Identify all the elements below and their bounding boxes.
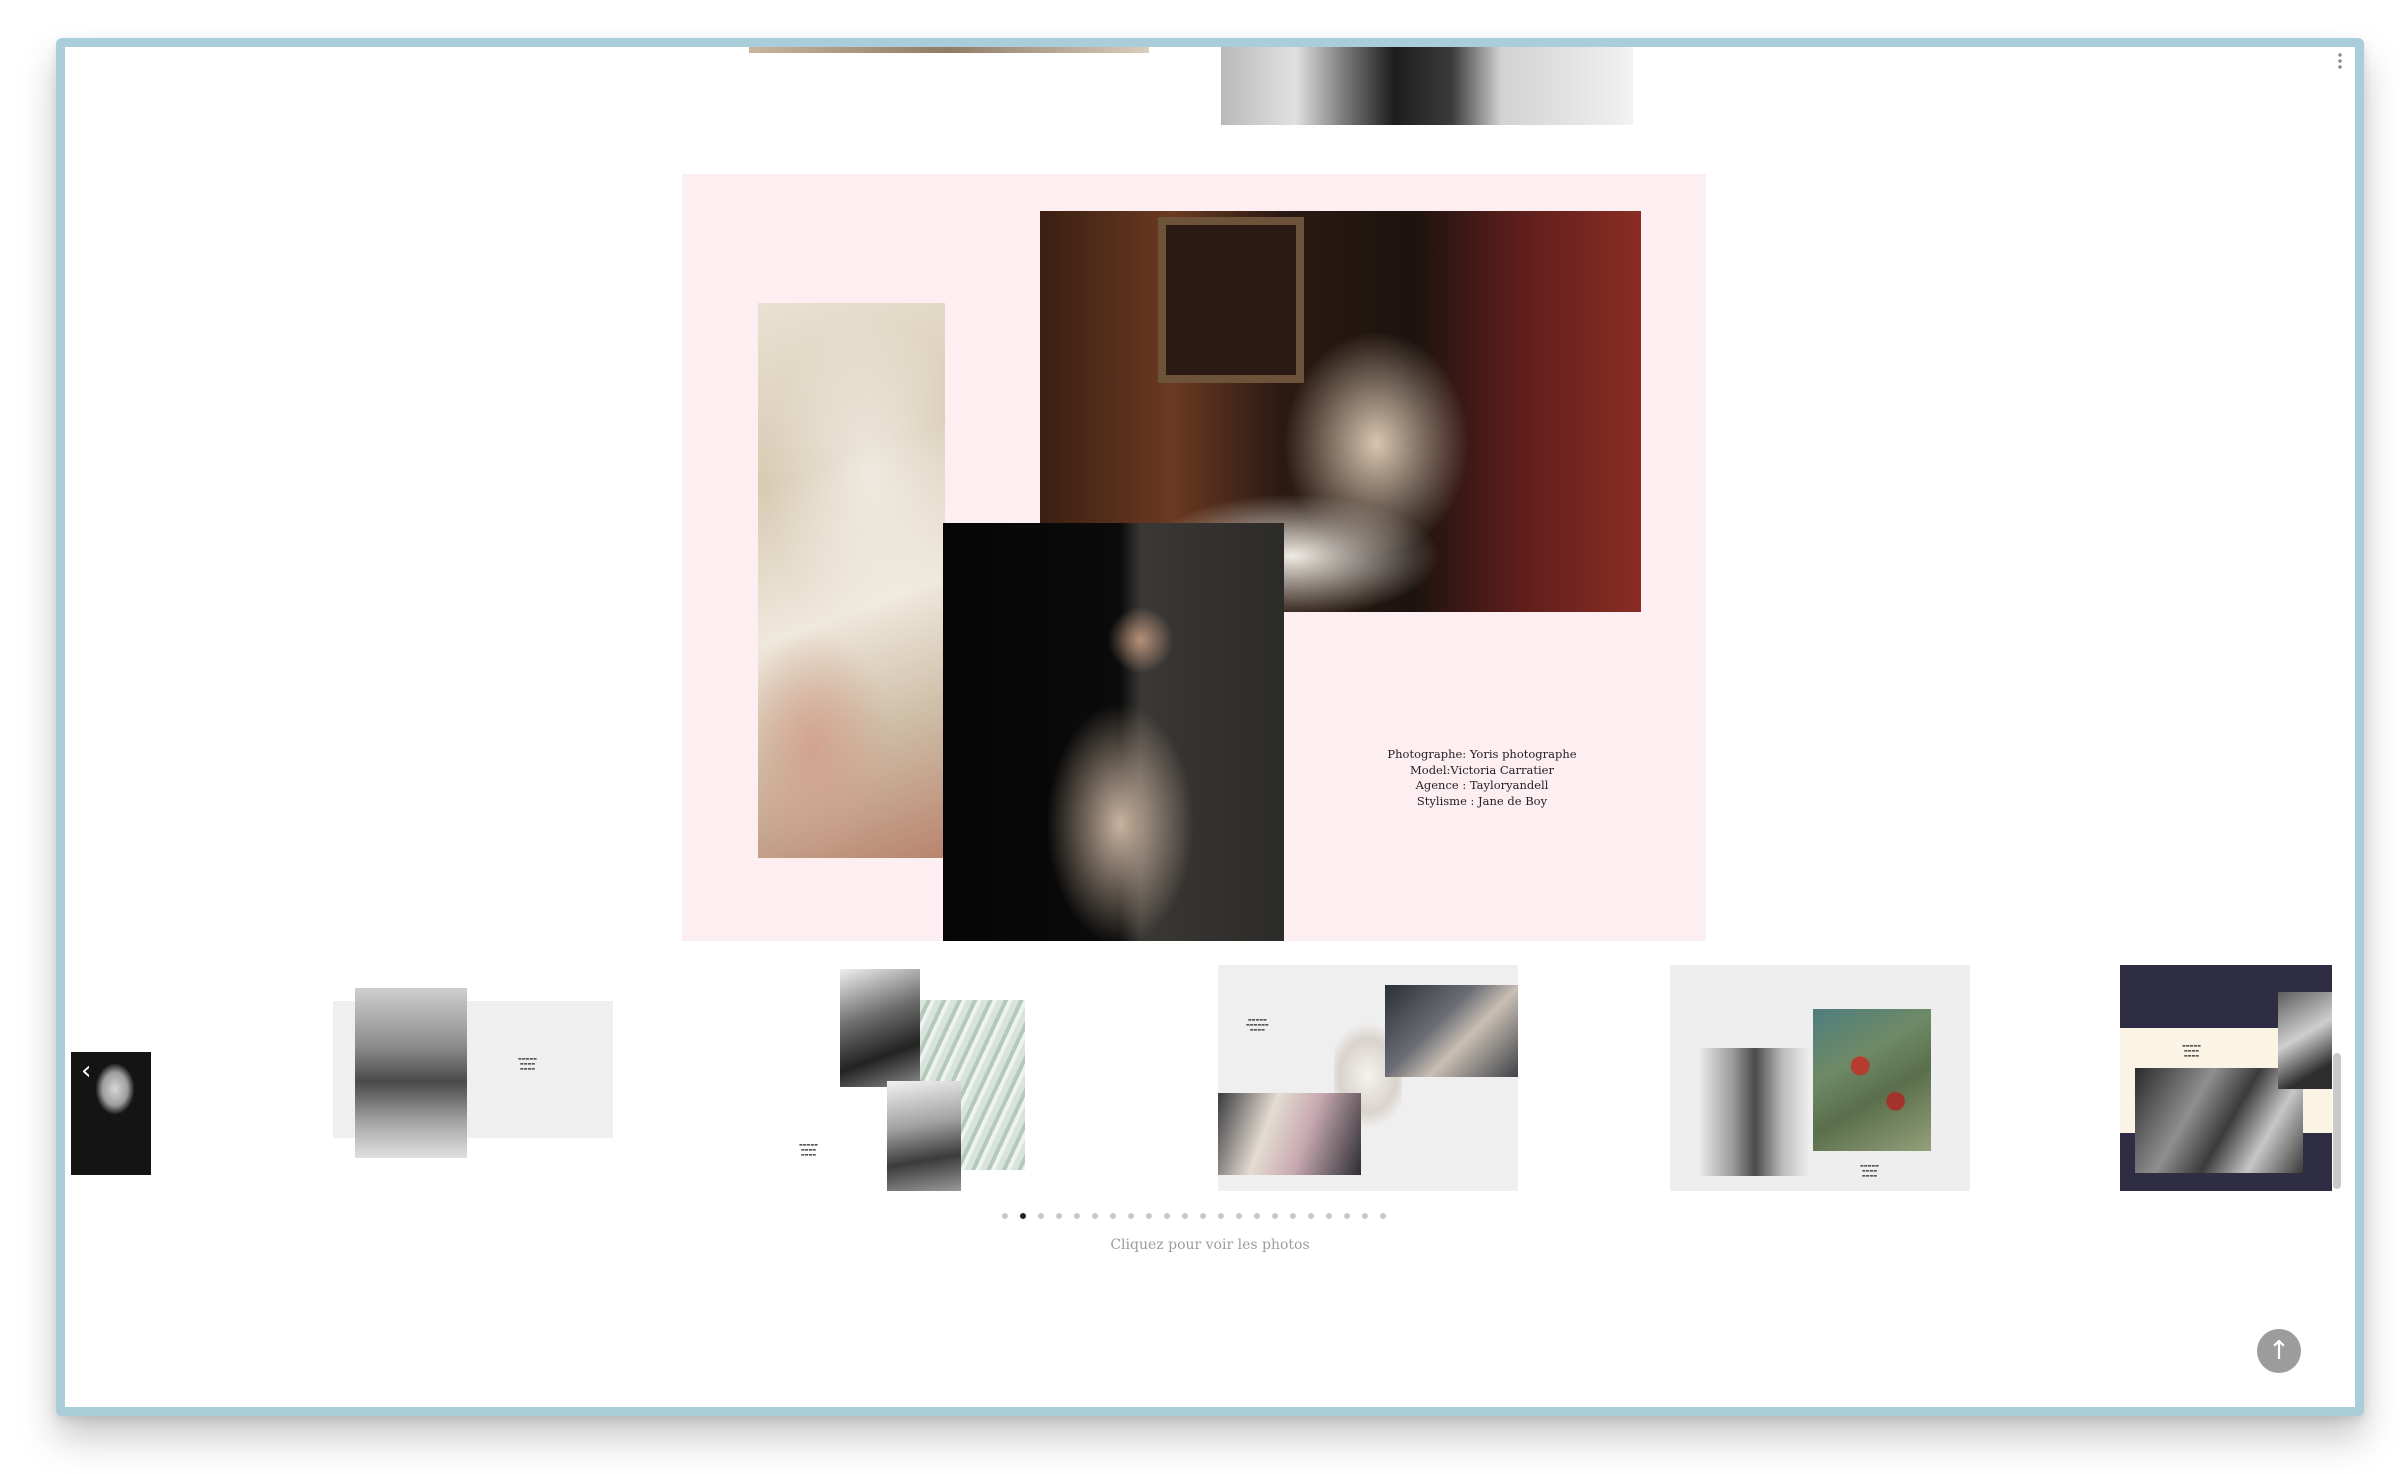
carousel-prev-button[interactable]: ‹ (71, 1052, 151, 1175)
previous-spread-photo (1221, 47, 1633, 125)
gallery-thumbnail[interactable]: ▬▬▬▬▬ ▬▬▬▬ ▬▬▬▬ (333, 988, 613, 1166)
thumbnail-photo (840, 969, 920, 1087)
gallery-hint: Cliquez pour voir les photos (1110, 1237, 1310, 1253)
pagination-dot[interactable] (1110, 1213, 1116, 1219)
pagination-dot[interactable] (1146, 1213, 1152, 1219)
credit-model: Model:Victoria Carratier (1410, 762, 1554, 777)
model-portrait-photo (943, 523, 1284, 941)
painting-frame (1158, 217, 1304, 383)
pagination-dot[interactable] (1038, 1213, 1044, 1219)
thumbnail-photo (1813, 1009, 1931, 1151)
chevron-left-icon: ‹ (81, 1056, 92, 1086)
thumbnail-photo (1385, 985, 1518, 1077)
thumbnail-photo (1218, 1093, 1361, 1175)
gallery-thumbnail[interactable]: ▬▬▬▬▬ ▬▬▬▬ ▬▬▬▬ (1670, 965, 1970, 1191)
thumbnail-photo (887, 1081, 961, 1191)
pagination-dot[interactable] (1380, 1213, 1386, 1219)
pagination-dot[interactable] (1236, 1213, 1242, 1219)
texture-photo (758, 303, 945, 858)
pagination-dot[interactable] (1020, 1213, 1026, 1219)
scroll-to-top-button[interactable]: ↑ (2257, 1329, 2301, 1373)
pagination-dot[interactable] (1182, 1213, 1188, 1219)
gallery-thumbnail[interactable]: ▬▬▬▬▬ ▬▬▬▬ ▬▬▬▬ (799, 969, 1025, 1191)
thumbnail-caption: ▬▬▬▬▬ ▬▬▬▬ ▬▬▬▬ (799, 1142, 818, 1157)
gallery-thumbnail[interactable]: ▬▬▬▬▬ ▬▬▬▬ ▬▬▬▬ (2120, 965, 2332, 1191)
pagination-dot[interactable] (1326, 1213, 1332, 1219)
carousel-pagination (1002, 1213, 1422, 1223)
magazine-spread: Photographe: Yoris photographe Model:Vic… (682, 174, 1706, 941)
more-options-icon[interactable] (2338, 53, 2342, 71)
photo-credits: Photographe: Yoris photographe Model:Vic… (1372, 747, 1592, 809)
gallery-thumbnail[interactable]: ▬▬▬▬▬ ▬▬▬▬▬▬ ▬▬▬▬ (1218, 965, 1518, 1191)
thumbnail-photo (2278, 992, 2332, 1089)
pagination-dot[interactable] (1254, 1213, 1260, 1219)
pagination-dot[interactable] (1092, 1213, 1098, 1219)
pagination-dot[interactable] (1308, 1213, 1314, 1219)
credit-photographer: Photographe: Yoris photographe (1387, 747, 1577, 761)
scrollbar-thumb[interactable] (2333, 1053, 2341, 1189)
pagination-dot[interactable] (1002, 1213, 1008, 1219)
pagination-dot[interactable] (1344, 1213, 1350, 1219)
thumbnail-caption: ▬▬▬▬▬ ▬▬▬▬ ▬▬▬▬ (2182, 1043, 2201, 1058)
pagination-dot[interactable] (1056, 1213, 1062, 1219)
credit-stylist: Stylisme : Jane de Boy (1416, 793, 1548, 808)
previous-spread-image (749, 47, 1149, 53)
pagination-dot[interactable] (1218, 1213, 1224, 1219)
pagination-dot[interactable] (1362, 1213, 1368, 1219)
arrow-up-icon: ↑ (2268, 1336, 2290, 1366)
pagination-dot[interactable] (1272, 1213, 1278, 1219)
thumbnail-caption: ▬▬▬▬▬ ▬▬▬▬ ▬▬▬▬ (1860, 1163, 1879, 1178)
credit-agency: Agence : Tayloryandell (1415, 778, 1549, 792)
thumbnail-photo (1700, 1048, 1810, 1176)
pagination-dot[interactable] (1074, 1213, 1080, 1219)
thumbnail-photo (355, 988, 467, 1158)
thumbnail-caption: ▬▬▬▬▬ ▬▬▬▬▬▬ ▬▬▬▬ (1246, 1017, 1269, 1032)
pagination-dot[interactable] (1290, 1213, 1296, 1219)
browser-window: Photographe: Yoris photographe Model:Vic… (56, 38, 2364, 1416)
pagination-dot[interactable] (1164, 1213, 1170, 1219)
pagination-dot[interactable] (1128, 1213, 1134, 1219)
thumbnail-caption: ▬▬▬▬▬ ▬▬▬▬ ▬▬▬▬ (518, 1056, 537, 1071)
page-content: Photographe: Yoris photographe Model:Vic… (65, 47, 2355, 1407)
pagination-dot[interactable] (1200, 1213, 1206, 1219)
